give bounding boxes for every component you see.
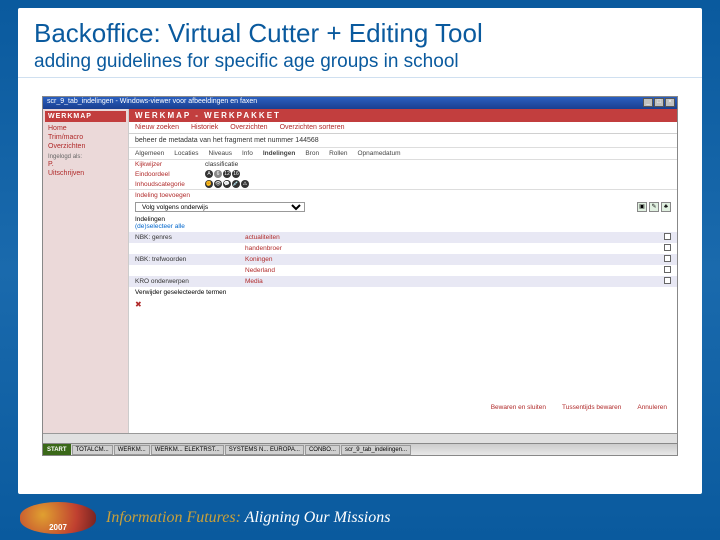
sidebar-login-label: Ingelogd als: — [45, 151, 126, 160]
tab-info[interactable]: Info — [242, 150, 253, 157]
task-item[interactable]: WERKM... — [114, 445, 150, 455]
term-checkbox[interactable] — [664, 266, 671, 273]
term-row: KRO onderwerpen Media — [129, 276, 677, 287]
sub-tabs: Algemeen Locaties Niveaus Info Indelinge… — [129, 147, 677, 160]
term-cat: NBK: trefwoorden — [135, 256, 245, 263]
term-row: Nederland — [129, 265, 677, 276]
indeling-select-row: Volg volgens onderwijs ▣ ✎ ♣ — [129, 200, 677, 214]
content-icon[interactable]: 💉 — [232, 180, 240, 188]
term-checkbox[interactable] — [664, 244, 671, 251]
maximize-button[interactable]: □ — [654, 98, 664, 107]
sidebar-header: WERKMAP — [45, 111, 126, 122]
tree-icon[interactable]: ♣ — [661, 202, 671, 212]
minimize-button[interactable]: _ — [643, 98, 653, 107]
footer-line2: Aligning Our Missions — [245, 509, 391, 526]
status-bar — [43, 433, 677, 443]
sidebar-item-trim[interactable]: Trim/macro — [45, 133, 126, 142]
task-item[interactable]: scr_9_tab_indelingen... — [341, 445, 411, 455]
remove-x-icon[interactable]: ✖ — [129, 298, 677, 311]
action-save-close[interactable]: Bewaren en sluiten — [491, 404, 546, 411]
indeling-select[interactable]: Volg volgens onderwijs — [135, 202, 305, 212]
term-val: Media — [245, 278, 655, 285]
add-icon[interactable]: ▣ — [637, 202, 647, 212]
window-title-text: scr_9_tab_indelingen - Windows-viewer vo… — [47, 98, 257, 105]
term-val: actualiteiten — [245, 234, 655, 241]
bottom-actions: Bewaren en sluiten Tussentijds bewaren A… — [491, 404, 667, 411]
footer-line1: Information Futures: — [106, 509, 241, 526]
app-screenshot: scr_9_tab_indelingen - Windows-viewer vo… — [42, 96, 678, 456]
sidebar-item-home[interactable]: Home — [45, 124, 126, 133]
term-val: Nederland — [245, 267, 655, 274]
kijkwijzer-value: classificatie — [205, 161, 238, 168]
field-kijkwijzer: Kijkwijzer classificatie — [129, 160, 677, 169]
term-cat: KRO onderwerpen — [135, 278, 245, 285]
action-cancel[interactable]: Annuleren — [637, 404, 667, 411]
subheader: beheer de metadata van het fragment met … — [129, 134, 677, 147]
task-item[interactable]: WERKM... ELEKTRST... — [151, 445, 224, 455]
window-titlebar: scr_9_tab_indelingen - Windows-viewer vo… — [43, 97, 677, 109]
task-item[interactable]: TOTALCM... — [72, 445, 113, 455]
taskbar: START TOTALCM... WERKM... WERKM... ELEKT… — [43, 443, 677, 455]
rating-icon[interactable]: A — [205, 170, 213, 178]
tab-indelingen[interactable]: Indelingen — [263, 150, 296, 157]
field-inhoud: Inhoudscategorie ✊ 👁 💬 💉 ⚠ — [129, 179, 677, 189]
content-icon[interactable]: ✊ — [205, 180, 213, 188]
footer-tagline: Information Futures: Aligning Our Missio… — [106, 509, 390, 527]
slide-title: Backoffice: Virtual Cutter + Editing Too… — [18, 8, 702, 49]
term-row: handenbroer — [129, 243, 677, 254]
slide-footer: Information Futures: Aligning Our Missio… — [20, 502, 700, 534]
term-row: NBK: genres actualiteiten — [129, 232, 677, 243]
term-val: handenbroer — [245, 245, 655, 252]
indeling-toevoegen-label: Indeling toevoegen — [129, 189, 677, 200]
content-icon[interactable]: ⚠ — [241, 180, 249, 188]
tab-rollen[interactable]: Rollen — [329, 150, 347, 157]
content-icons[interactable]: ✊ 👁 💬 💉 ⚠ — [205, 180, 249, 188]
tab-bron[interactable]: Bron — [305, 150, 319, 157]
edit-icon[interactable]: ✎ — [649, 202, 659, 212]
term-val: Koningen — [245, 256, 655, 263]
sidebar-item-overz[interactable]: Overzichten — [45, 142, 126, 151]
task-item[interactable]: CONBO... — [305, 445, 340, 455]
tab-historiek[interactable]: Historiek — [191, 124, 218, 131]
term-checkbox[interactable] — [664, 277, 671, 284]
indelingen-header: Indelingen (de)selecteer alle — [129, 214, 677, 232]
task-item[interactable]: SYSTEMS N... EUROPA... — [225, 445, 304, 455]
sidebar-logout[interactable]: Uitschrijven — [45, 169, 126, 178]
indelingen-label: Indelingen — [135, 216, 671, 223]
main-content: WERKMAP - WERKPAKKET Nieuw zoeken Histor… — [129, 109, 677, 435]
action-save[interactable]: Tussentijds bewaren — [562, 404, 621, 411]
tab-algemeen[interactable]: Algemeen — [135, 150, 164, 157]
eindoordeel-label: Eindoordeel — [135, 171, 205, 178]
tab-overzichten[interactable]: Overzichten — [230, 124, 267, 131]
term-cat: NBK: genres — [135, 234, 245, 241]
start-button[interactable]: START — [43, 444, 71, 455]
remove-terms: Verwijder geselecteerde termen — [129, 287, 677, 298]
rating-icon[interactable]: 16 — [232, 170, 240, 178]
tab-niveaus[interactable]: Niveaus — [209, 150, 232, 157]
inhoud-label: Inhoudscategorie — [135, 181, 205, 188]
tab-nieuw-zoeken[interactable]: Nieuw zoeken — [135, 124, 179, 131]
top-tabs: Nieuw zoeken Historiek Overzichten Overz… — [129, 122, 677, 134]
deselect-all-link[interactable]: (de)selecteer alle — [135, 223, 185, 230]
rating-icons[interactable]: A 6 12 16 — [205, 170, 240, 178]
slide-subtitle: adding guidelines for specific age group… — [18, 49, 702, 78]
slide-panel: Backoffice: Virtual Cutter + Editing Too… — [18, 8, 702, 494]
field-eindoordeel: Eindoordeel A 6 12 16 — [129, 169, 677, 179]
tab-opnamedatum[interactable]: Opnamedatum — [358, 150, 401, 157]
close-button[interactable]: × — [665, 98, 675, 107]
term-row: NBK: trefwoorden Koningen — [129, 254, 677, 265]
kijkwijzer-label: Kijkwijzer — [135, 161, 205, 168]
sidebar: WERKMAP Home Trim/macro Overzichten Inge… — [43, 109, 129, 435]
sidebar-user: P. — [45, 160, 126, 169]
tab-locaties[interactable]: Locaties — [174, 150, 198, 157]
educause-logo — [20, 502, 96, 534]
rating-icon[interactable]: 12 — [223, 170, 231, 178]
rating-icon[interactable]: 6 — [214, 170, 222, 178]
term-checkbox[interactable] — [664, 233, 671, 240]
main-header: WERKMAP - WERKPAKKET — [129, 109, 677, 122]
content-icon[interactable]: 💬 — [223, 180, 231, 188]
tab-overzichten-sort[interactable]: Overzichten sorteren — [280, 124, 345, 131]
content-icon[interactable]: 👁 — [214, 180, 222, 188]
term-checkbox[interactable] — [664, 255, 671, 262]
